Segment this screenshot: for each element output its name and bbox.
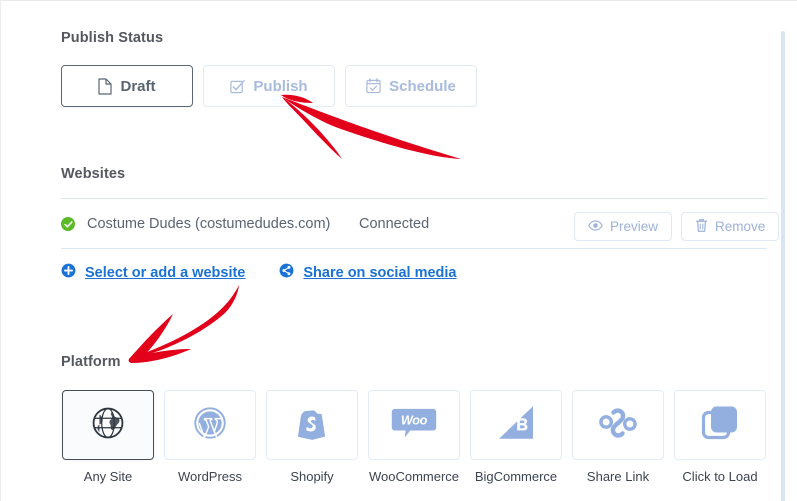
platform-tile-label: Any Site bbox=[83, 469, 133, 484]
platform-tile-wordpress-wrap: WordPress bbox=[164, 390, 256, 484]
website-row: Costume Dudes (costumedudes.com) bbox=[61, 216, 330, 232]
woo-icon: Woo bbox=[391, 407, 437, 444]
eye-icon bbox=[588, 219, 603, 234]
preview-button[interactable]: Preview bbox=[574, 212, 673, 241]
select-or-add-website-link[interactable]: Select or add a website bbox=[61, 263, 245, 283]
plus-circle-icon bbox=[61, 263, 76, 283]
websites-links: Select or add a website Share on social … bbox=[61, 263, 457, 283]
document-icon bbox=[98, 77, 113, 95]
platform-tile-bigcommerce-wrap: BigCommerce bbox=[470, 390, 562, 484]
bigcommerce-icon bbox=[497, 405, 535, 446]
wordpress-icon bbox=[191, 404, 229, 447]
platform-tile-shopify[interactable] bbox=[266, 390, 358, 460]
share-on-social-media-link[interactable]: Share on social media bbox=[279, 263, 457, 283]
platform-tile-group: Any Site WordPress Shopify Woo WooCommer… bbox=[62, 390, 766, 484]
select-or-add-website-label: Select or add a website bbox=[85, 265, 246, 281]
websites-top-divider bbox=[61, 198, 767, 199]
remove-button[interactable]: Remove bbox=[681, 212, 780, 241]
draft-button[interactable]: Draft bbox=[61, 65, 193, 107]
platform-tile-label: Click to Load bbox=[682, 469, 758, 484]
platform-tile-click-to-load-wrap: Click to Load bbox=[674, 390, 766, 484]
check-square-icon bbox=[230, 79, 246, 94]
website-name: Costume Dudes (costumedudes.com) bbox=[87, 216, 331, 232]
platform-tile-woocommerce[interactable]: Woo bbox=[368, 390, 460, 460]
publish-button[interactable]: Publish bbox=[203, 65, 335, 107]
website-connection-status: Connected bbox=[359, 216, 430, 232]
platform-tile-shopify-wrap: Shopify bbox=[266, 390, 358, 484]
platform-tile-any-site-wrap: Any Site bbox=[62, 390, 154, 484]
platform-tile-share-link[interactable] bbox=[572, 390, 664, 460]
websites-heading: Websites bbox=[61, 166, 126, 182]
share-on-social-media-label: Share on social media bbox=[303, 265, 457, 281]
platform-tile-label: BigCommerce bbox=[474, 469, 558, 484]
publish-settings-panel: Publish Status Draft Publish Schedule We… bbox=[0, 0, 797, 501]
schedule-button[interactable]: Schedule bbox=[345, 65, 477, 107]
websites-bottom-divider bbox=[61, 248, 767, 249]
vertical-scrollbar[interactable] bbox=[781, 31, 785, 501]
platform-tile-share-link-wrap: Share Link bbox=[572, 390, 664, 484]
draft-label: Draft bbox=[120, 77, 156, 95]
platform-tile-label: WooCommerce bbox=[368, 469, 460, 484]
chain-link-icon bbox=[599, 405, 637, 446]
remove-label: Remove bbox=[715, 219, 766, 234]
website-row-actions: Preview Remove bbox=[574, 212, 780, 241]
globe-icon bbox=[89, 404, 127, 447]
trash-icon bbox=[695, 218, 708, 236]
preview-label: Preview bbox=[610, 219, 659, 234]
publish-label: Publish bbox=[253, 77, 308, 95]
platform-tile-any-site[interactable] bbox=[62, 390, 154, 460]
platform-tile-label: Shopify bbox=[290, 469, 334, 484]
platform-tile-click-to-load[interactable] bbox=[674, 390, 766, 460]
green-check-circle-icon bbox=[61, 217, 75, 231]
stacked-squares-icon bbox=[701, 404, 739, 447]
shopify-bag-icon bbox=[295, 404, 329, 447]
platform-heading: Platform bbox=[61, 354, 121, 370]
platform-tile-wordpress[interactable] bbox=[164, 390, 256, 460]
share-circle-icon bbox=[279, 263, 294, 283]
schedule-label: Schedule bbox=[389, 77, 456, 95]
arrow-pointing-to-platform bbox=[128, 285, 239, 363]
publish-status-heading: Publish Status bbox=[61, 30, 164, 46]
platform-tile-label: Share Link bbox=[586, 469, 650, 484]
publish-status-button-group: Draft Publish Schedule bbox=[61, 65, 477, 107]
platform-tile-label: WordPress bbox=[177, 469, 243, 484]
platform-tile-woocommerce-wrap: Woo WooCommerce bbox=[368, 390, 460, 484]
platform-tile-bigcommerce[interactable] bbox=[470, 390, 562, 460]
svg-text:Woo: Woo bbox=[401, 413, 428, 427]
calendar-check-icon bbox=[366, 78, 381, 94]
